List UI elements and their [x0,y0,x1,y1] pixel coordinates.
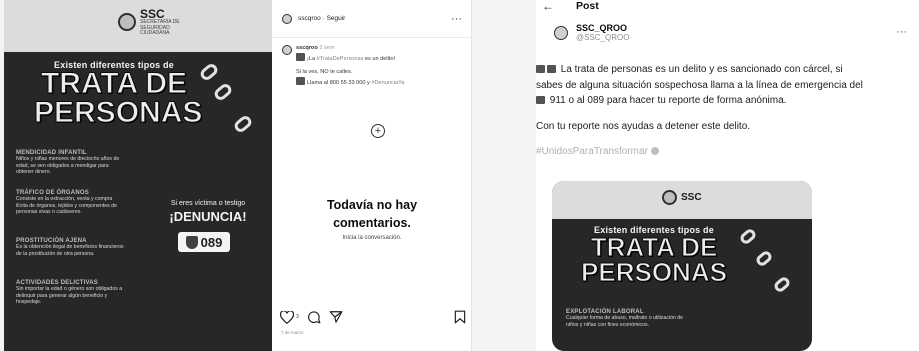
x-author[interactable]: SSC_QROO @SSC_QROO [554,23,629,43]
poster-headline-line1: TRATA DE [40,67,188,100]
no-comments-title-1: Todavía no hay [326,198,418,212]
phone-emoji-icon [536,96,545,104]
emergency-number: 089 [200,234,223,250]
x-hashtag-row: #UnidosParaTransformar [536,144,919,160]
instagram-username-link[interactable]: sscqroo [298,15,321,22]
like-count: 3 [296,314,299,320]
hashtag-link[interactable]: #TrataDePersonas [317,56,364,62]
broken-chain-icon [232,113,254,135]
hashtag-link[interactable]: #DenunciaYa [371,80,404,86]
screenshot-collage: SSC SECRETARÍA DE SEGURIDAD CIUDADANA Ex… [0,0,919,351]
instagram-post-image[interactable]: SSC SECRETARÍA DE SEGURIDAD CIUDADANA Ex… [4,0,272,351]
caption-row: sscqroo 2 sem ¡La #TrataDePersonas es un… [282,44,466,88]
media-section: EXPLOTACIÓN LABORAL Cualquier forma de a… [566,309,686,328]
instagram-header-user: sscqroo · Seguir [298,15,346,22]
poster-section: ACTIVIDADES DELICTIVAS Sin importar la e… [16,280,124,306]
shield-icon [185,235,198,249]
x-author-names: SSC_QROO @SSC_QROO [576,23,629,43]
police-emoji-icon [547,65,556,73]
caption-meta: sscqroo 2 sem [296,44,405,53]
media-headline-line2: PERSONAS [581,256,728,287]
poster-section: MENDICIDAD INFANTIL Niños y niñas menore… [16,150,124,176]
government-seal-icon [662,190,677,205]
share-icon[interactable] [329,310,343,324]
warning-emoji-icon [536,65,545,73]
caption-time: 2 sem [319,45,335,51]
instagram-caption: sscqroo 2 sem ¡La #TrataDePersonas es un… [282,44,466,88]
media-headline-line1: TRATA DE [590,232,718,262]
start-conversation-text: Inicia la conversación. [342,235,402,242]
media-section-text: Cualquier forma de abuso, maltrato o uti… [566,315,684,328]
caption-username[interactable]: sscqroo [296,45,318,51]
broken-chain-icon [772,275,792,294]
avatar[interactable] [554,26,568,41]
x-post-body: La trata de personas es un delito y es s… [536,62,919,170]
phone-emoji-icon [296,76,305,85]
bookmark-icon[interactable] [454,310,466,324]
poster-denuncia-call: ¡DENUNCIA! [169,209,247,224]
avatar[interactable] [282,45,292,55]
poster-section-text: Niños y niñas menores de dieciocho años … [16,156,120,175]
warning-emoji-icon [296,52,305,61]
broken-chain-icon [754,249,774,268]
poster-brand: SSC SECRETARÍA DE SEGURIDAD CIUDADANA [118,8,180,37]
caption-line3-prefix: Llama al 800 55 33 000 y [307,79,372,86]
emergency-number-badge: 089 [178,232,230,252]
instagram-post-header: sscqroo · Seguir ··· [272,0,472,38]
poster-section: PROSTITUCIÓN AJENA Es la obtención ilega… [16,238,124,257]
handshake-emoji-icon [650,147,659,155]
caption-line1-prefix: ¡La [307,55,317,62]
poster-denuncia-question: Si eres víctima o testigo [170,200,246,207]
hashtag-link[interactable]: #UnidosParaTransformar [536,146,648,157]
x-post-panel: ← Post SSC_QROO @SSC_QROO ··· La trata d… [536,0,919,351]
poster-headline-line2: PERSONAS [34,95,203,129]
media-brand: SSC [662,190,702,205]
poster-headline: Existen diferentes tipos de TRATA DE PER… [34,60,203,129]
caption-line1-suffix: es un delito! [363,55,396,62]
x-body-line-2: sabes de alguna situación sospechosa lla… [536,79,863,91]
x-post-paragraph-1: La trata de personas es un delito y es s… [536,62,919,109]
media-brand-name: SSC [681,191,702,203]
caption-line-1: ¡La #TrataDePersonas es un delito! [296,52,405,64]
follow-button[interactable]: Seguir [327,15,346,22]
poster-section-text: Sin importar la edad o género son obliga… [16,286,123,305]
x-body-paragraph-2: Con tu reporte nos ayudas a detener este… [536,120,751,132]
x-body-line-1: La trata de personas es un delito y es s… [560,64,843,75]
no-comments-title-2: comentarios. [333,216,411,231]
add-circle-icon[interactable]: + [371,124,385,138]
caption-line-2: Si la ves, NO te calles. [296,69,353,76]
more-options-icon[interactable]: ··· [451,13,462,25]
heart-icon[interactable] [280,310,294,324]
x-post-media[interactable]: SSC Existen diferentes tipos de TRATA DE… [552,181,812,351]
back-arrow-icon[interactable]: ← [542,0,554,13]
comment-icon[interactable] [307,310,321,324]
broken-chain-icon [198,61,220,83]
instagram-action-bar: 3 [280,310,466,324]
caption-line-3: Llama al 800 55 33 000 y #DenunciaYa [296,76,405,88]
poster-denuncia: Si eres víctima o testigo ¡DENUNCIA! [152,200,264,224]
x-body-line-3: 911 o al 089 para hacer tu reporte de fo… [549,95,787,106]
caption-content: sscqroo 2 sem ¡La #TrataDePersonas es un… [296,44,405,88]
broken-chain-icon [212,81,234,103]
x-page-title: Post [576,0,599,12]
instagram-side-panel: sscqroo · Seguir ··· sscqroo 2 sem ¡La #… [272,0,472,351]
poster-section-text: Es la obtención ilegal de beneficios fin… [16,244,124,257]
x-handle[interactable]: @SSC_QROO [576,33,629,43]
poster-section-text: Consiste en la extracción, venta y compr… [16,196,117,215]
media-headline: Existen diferentes tipos de TRATA DE PER… [574,225,734,287]
poster-brand-sub: SECRETARÍA DE SEGURIDAD CIUDADANA [140,19,180,36]
post-date: 7 de marzo [281,330,304,335]
broken-chain-icon [738,227,758,246]
poster-section: TRÁFICO DE ÓRGANOS Consiste en la extrac… [16,190,124,216]
no-comments-message: Todavía no hay comentarios. Inicia la co… [272,196,472,241]
more-options-icon[interactable]: ··· [896,26,907,38]
avatar[interactable] [282,13,292,24]
government-seal-icon [118,13,136,32]
x-top-bar: ← Post [542,0,599,13]
